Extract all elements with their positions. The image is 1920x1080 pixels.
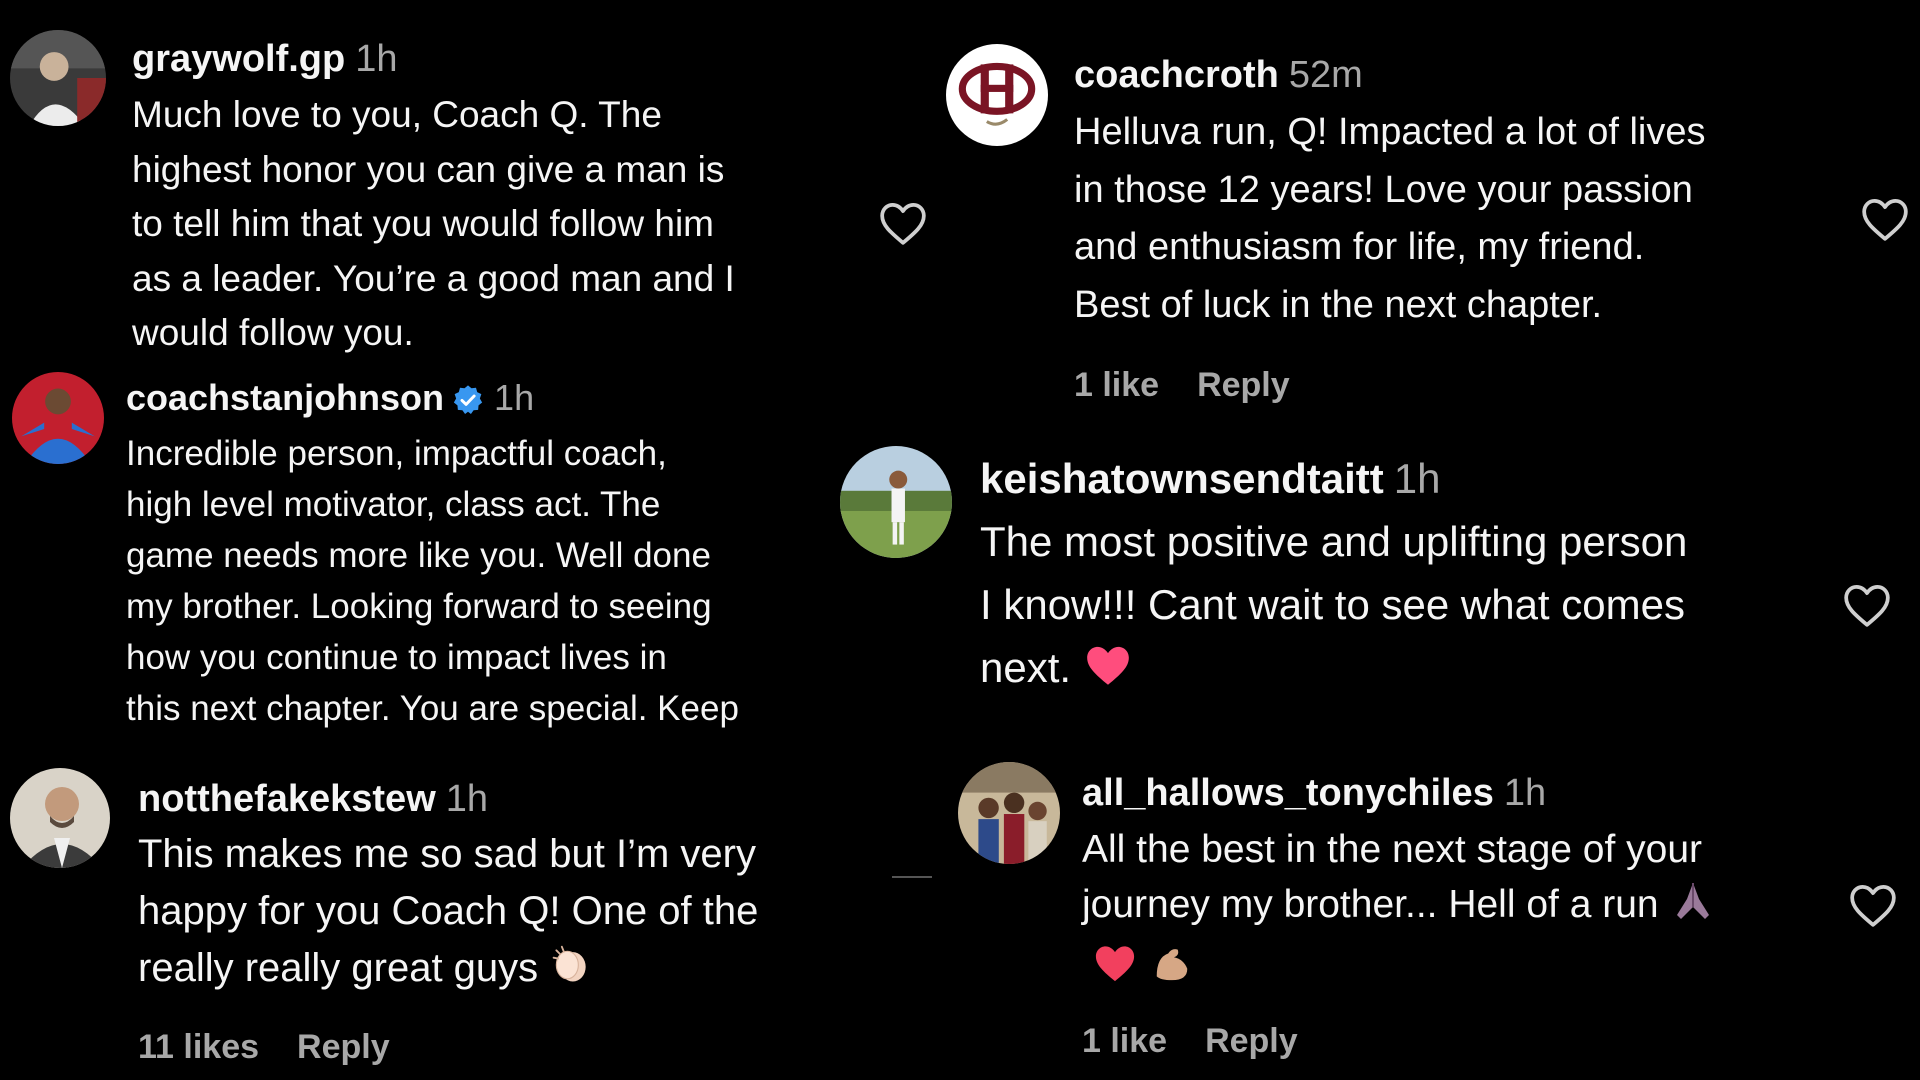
comment-text: The most positive and uplifting person I… — [980, 510, 1860, 705]
username[interactable]: notthefakekstew — [138, 778, 436, 820]
timestamp: 1h — [1393, 455, 1441, 502]
reply-button[interactable]: Reply — [1197, 366, 1290, 404]
username[interactable]: coachcroth — [1074, 54, 1279, 96]
verified-badge-icon — [452, 384, 484, 416]
avatar[interactable] — [12, 372, 104, 464]
reply-button[interactable]: Reply — [1205, 1022, 1298, 1060]
username[interactable]: keishatownsendtaitt — [980, 455, 1384, 502]
comment-text: This makes me so sad but I’m very happy … — [138, 826, 858, 1003]
red-heart-emoji-icon — [1092, 942, 1138, 999]
like-heart-icon[interactable] — [1848, 882, 1898, 928]
username[interactable]: graywolf.gp — [132, 38, 345, 80]
timestamp: 52m — [1288, 54, 1363, 96]
divider — [892, 876, 932, 878]
timestamp: 1h — [355, 38, 398, 80]
avatar[interactable] — [840, 446, 952, 558]
reply-button[interactable]: Reply — [297, 1028, 390, 1066]
comment-text: All the best in the next stage of your j… — [1082, 822, 1842, 999]
avatar[interactable] — [10, 768, 110, 868]
pink-heart-emoji-icon — [1083, 642, 1133, 705]
comment-text: Incredible person, impactful coach, high… — [126, 434, 739, 728]
username[interactable]: all_hallows_tonychiles — [1082, 772, 1494, 814]
likes-count[interactable]: 1 like — [1082, 1022, 1167, 1060]
like-heart-icon[interactable] — [878, 200, 928, 246]
comment-text: Helluva run, Q! Impacted a lot of lives … — [1074, 111, 1706, 326]
avatar[interactable] — [10, 30, 106, 126]
avatar[interactable] — [946, 44, 1048, 146]
username[interactable]: coachstanjohnson — [126, 377, 444, 418]
clapping-hands-emoji-icon — [549, 943, 593, 1003]
avatar[interactable] — [958, 762, 1060, 864]
likes-count[interactable]: 1 like — [1074, 366, 1159, 404]
likes-count[interactable]: 11 likes — [138, 1028, 259, 1066]
timestamp: 1h — [494, 377, 535, 418]
timestamp: 1h — [445, 778, 489, 820]
like-heart-icon[interactable] — [1842, 582, 1892, 628]
comment-text: Much love to you, Coach Q. The highest h… — [132, 94, 735, 353]
flexed-biceps-emoji-icon — [1149, 942, 1195, 999]
timestamp: 1h — [1503, 772, 1547, 814]
praying-hands-emoji-icon — [1669, 879, 1717, 938]
like-heart-icon[interactable] — [1860, 196, 1910, 242]
